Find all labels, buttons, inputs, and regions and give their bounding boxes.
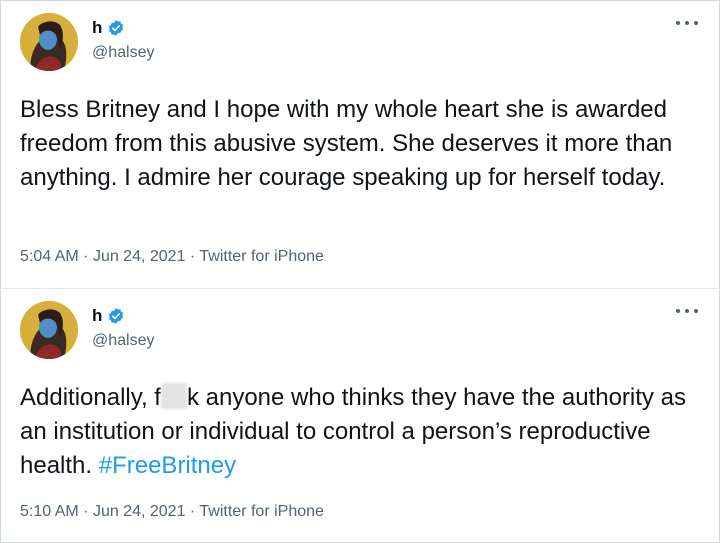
display-name[interactable]: h xyxy=(92,18,102,38)
tweet-text: Bless Britney and I hope with my whole h… xyxy=(20,96,673,191)
hashtag-link[interactable]: #FreeBritney xyxy=(99,452,236,479)
handle[interactable]: @halsey xyxy=(92,44,155,62)
meta-separator: · xyxy=(189,248,196,265)
meta-separator: · xyxy=(83,503,89,520)
tweet-time[interactable]: 5:10 AM xyxy=(20,503,79,520)
tweet-meta: 5:04 AM · Jun 24, 2021 · Twitter for iPh… xyxy=(20,248,324,266)
tweet-2[interactable]: h @halsey Additionally, fk anyone who th… xyxy=(0,288,720,543)
meta-separator: · xyxy=(189,503,196,520)
tweet-1[interactable]: h @halsey Bless Britney and I hope with … xyxy=(0,0,720,288)
tweet-source[interactable]: Twitter for iPhone xyxy=(199,503,324,520)
censor-blur xyxy=(160,383,187,409)
tweet-date[interactable]: Jun 24, 2021 xyxy=(93,248,186,265)
avatar[interactable] xyxy=(20,301,78,359)
verified-badge-icon xyxy=(107,19,125,37)
tweet-source[interactable]: Twitter for iPhone xyxy=(199,248,324,265)
tweet-text: Additionally, fk anyone who thinks they … xyxy=(20,381,700,483)
display-name[interactable]: h xyxy=(92,306,102,326)
tweet-text-part: Additionally, f xyxy=(20,384,161,411)
tweet-meta: 5:10 AM · Jun 24, 2021 · Twitter for iPh… xyxy=(20,503,324,521)
more-options-icon[interactable] xyxy=(676,304,698,318)
handle[interactable]: @halsey xyxy=(92,332,155,350)
avatar[interactable] xyxy=(20,13,78,71)
verified-badge-icon xyxy=(107,307,125,325)
tweet-date[interactable]: Jun 24, 2021 xyxy=(93,503,186,520)
meta-separator: · xyxy=(83,248,89,265)
tweet-time[interactable]: 5:04 AM xyxy=(20,248,79,265)
more-options-icon[interactable] xyxy=(676,16,698,30)
